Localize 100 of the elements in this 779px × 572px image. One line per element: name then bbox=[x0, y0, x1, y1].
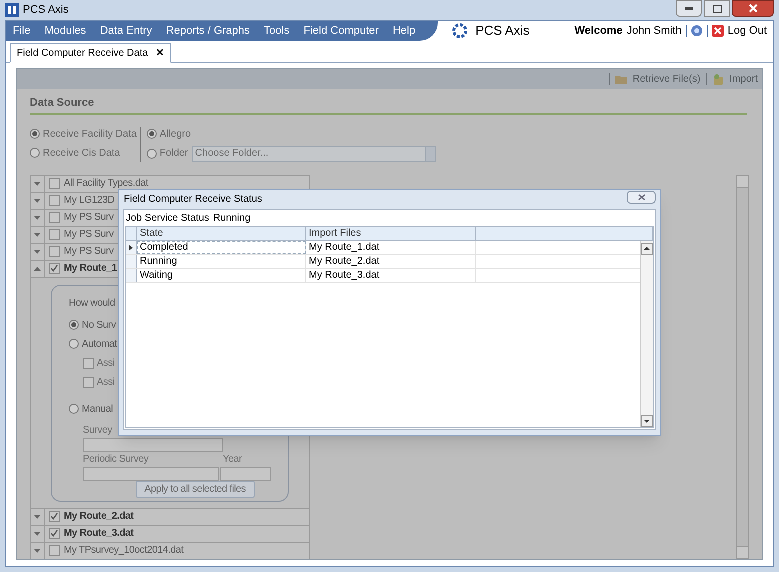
column-header[interactable]: State bbox=[137, 227, 306, 240]
logo-icon bbox=[452, 23, 468, 39]
radio-label: Receive Facility Data bbox=[43, 128, 137, 142]
table-cell: My Route_3.dat bbox=[306, 269, 476, 282]
table-cell: My Route_1.dat bbox=[306, 241, 476, 254]
menu-item[interactable]: Data Entry bbox=[100, 22, 152, 40]
row-header[interactable] bbox=[126, 241, 137, 254]
field-label: Periodic Survey bbox=[83, 452, 150, 466]
close-button[interactable] bbox=[627, 191, 656, 204]
checkbox[interactable] bbox=[83, 376, 94, 388]
table-cell: Running bbox=[137, 255, 306, 268]
checkbox[interactable] bbox=[49, 545, 60, 556]
expand-icon[interactable] bbox=[34, 548, 41, 552]
expand-icon[interactable] bbox=[34, 182, 41, 186]
checkbox[interactable] bbox=[49, 178, 60, 189]
radio-button[interactable] bbox=[146, 148, 157, 158]
checkbox[interactable] bbox=[83, 358, 94, 368]
radio-label: Receive Cis Data bbox=[43, 146, 120, 160]
menu-item[interactable]: Help bbox=[392, 22, 416, 40]
scroll-down-icon[interactable] bbox=[641, 415, 653, 427]
collapse-icon[interactable] bbox=[34, 266, 41, 270]
section-title: Data Source bbox=[30, 96, 96, 111]
file-name: All Facility Types.dat bbox=[64, 177, 148, 191]
file-name: My Route_2.dat bbox=[64, 510, 134, 524]
checkbox[interactable] bbox=[49, 511, 60, 522]
question-text: How would bbox=[69, 296, 116, 310]
file-name: My TPsurvey_10oct2014.dat bbox=[64, 544, 184, 558]
user-name: John Smith bbox=[626, 24, 682, 39]
scroll-up-icon[interactable] bbox=[641, 243, 653, 255]
tab-label: Field Computer Receive Data bbox=[17, 46, 148, 60]
minimize-button[interactable] bbox=[676, 0, 702, 17]
maximize-icon bbox=[712, 4, 722, 12]
expand-icon[interactable] bbox=[34, 198, 41, 202]
minimize-icon bbox=[685, 7, 693, 10]
folder-field[interactable]: Choose Folder... bbox=[192, 146, 426, 162]
maximize-button[interactable] bbox=[704, 0, 730, 17]
file-name: My PS Surv bbox=[64, 228, 114, 242]
logout-link[interactable]: Log Out bbox=[728, 22, 767, 40]
table-cell: My Route_2.dat bbox=[306, 255, 476, 268]
expand-icon[interactable] bbox=[34, 232, 41, 236]
status-label: Job Service Status bbox=[126, 212, 210, 226]
help-icon[interactable] bbox=[690, 25, 703, 37]
logout-icon[interactable] bbox=[712, 25, 724, 37]
radio-button[interactable] bbox=[30, 148, 40, 158]
file-name: My LG123D bbox=[64, 194, 115, 208]
column-header[interactable]: Import Files bbox=[306, 227, 476, 240]
window-title: PCS Axis bbox=[23, 2, 69, 18]
menu-item[interactable]: File bbox=[13, 22, 31, 40]
radio-label: Allegro bbox=[160, 128, 192, 142]
tab[interactable]: Field Computer Receive Data ✕ bbox=[10, 43, 172, 63]
checkbox[interactable] bbox=[49, 212, 60, 223]
radio-label: Folder bbox=[160, 147, 188, 161]
field-label: Survey bbox=[83, 424, 114, 438]
app-name: PCS Axis bbox=[476, 22, 530, 40]
checkbox[interactable] bbox=[49, 263, 60, 274]
close-icon bbox=[638, 194, 646, 201]
expand-icon[interactable] bbox=[34, 514, 41, 518]
expand-icon[interactable] bbox=[34, 250, 41, 254]
option-label: No Surv bbox=[82, 318, 116, 332]
file-name: My PS Surv bbox=[64, 211, 114, 225]
apply-button[interactable]: Apply to all selected files bbox=[136, 480, 255, 498]
checkbox[interactable] bbox=[49, 528, 60, 539]
radio-button[interactable] bbox=[69, 339, 79, 349]
table-cell: Completed bbox=[137, 241, 306, 254]
year-dropdown[interactable] bbox=[220, 466, 271, 480]
tab-close-button[interactable]: ✕ bbox=[156, 46, 164, 60]
menu-item[interactable]: Tools bbox=[264, 22, 290, 40]
welcome-label: Welcome bbox=[574, 24, 623, 39]
dialog-title: Field Computer Receive Status bbox=[123, 193, 262, 207]
checkbox[interactable] bbox=[49, 229, 60, 240]
option-label: Automat bbox=[82, 338, 118, 352]
toolbar-button[interactable]: Retrieve File(s) bbox=[632, 72, 701, 86]
file-name: My Route_3.dat bbox=[64, 527, 134, 541]
file-name: My PS Surv bbox=[64, 245, 114, 259]
toolbar-button[interactable]: Import bbox=[730, 72, 758, 86]
row-pointer-icon bbox=[129, 244, 133, 250]
close-icon bbox=[748, 4, 758, 13]
radio-button[interactable] bbox=[69, 404, 79, 414]
table-cell: Waiting bbox=[137, 269, 306, 282]
survey-dropdown[interactable] bbox=[83, 466, 220, 480]
radio-button[interactable] bbox=[69, 320, 79, 330]
status-value: Running bbox=[213, 212, 251, 226]
option-label: Assi bbox=[97, 356, 115, 370]
checkbox[interactable] bbox=[49, 246, 60, 257]
radio-button[interactable] bbox=[30, 129, 40, 139]
menu-item[interactable]: Reports / Graphs bbox=[166, 22, 250, 40]
option-label: Manual bbox=[82, 402, 113, 416]
checkbox[interactable] bbox=[49, 195, 60, 206]
radio-button[interactable] bbox=[146, 129, 157, 139]
scrollbar[interactable] bbox=[736, 174, 749, 559]
survey-field[interactable] bbox=[83, 438, 223, 452]
field-label: Year bbox=[223, 452, 242, 466]
menu-item[interactable]: Modules bbox=[44, 22, 86, 40]
close-button[interactable] bbox=[732, 0, 774, 17]
menu-item[interactable]: Field Computer bbox=[304, 22, 379, 40]
scrollbar[interactable] bbox=[640, 241, 653, 427]
expand-icon[interactable] bbox=[34, 216, 41, 220]
app-icon bbox=[5, 3, 19, 17]
expand-icon[interactable] bbox=[34, 532, 41, 536]
option-label: Assi bbox=[97, 376, 115, 390]
